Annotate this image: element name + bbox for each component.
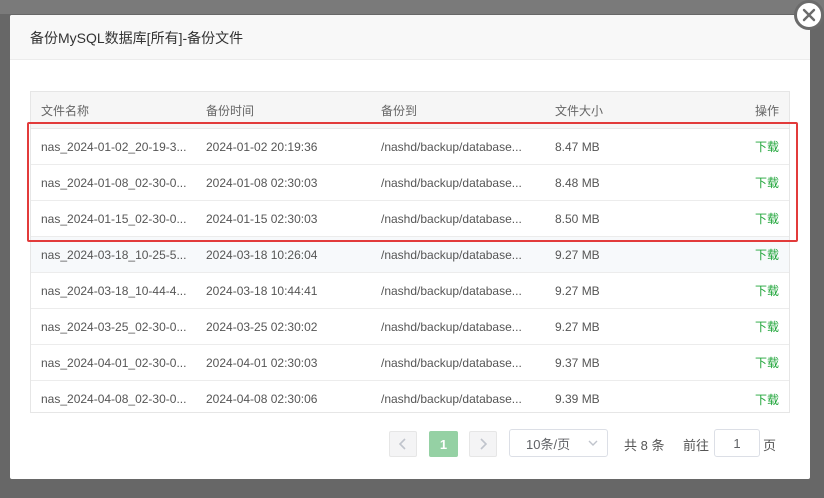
cell-file-name: nas_2024-04-08_02-30-0... bbox=[41, 392, 187, 406]
pagination: 1 10条/页 共 8 条 前往 页 bbox=[10, 429, 810, 459]
backup-files-table: 文件名称 备份时间 备份到 文件大小 操作 nas_2024-01-02_20-… bbox=[30, 91, 790, 413]
cell-file-size: 8.48 MB bbox=[555, 175, 600, 190]
download-link[interactable]: 下载 bbox=[755, 140, 779, 154]
table-row: nas_2024-03-18_10-44-4... 2024-03-18 10:… bbox=[31, 273, 789, 309]
download-link[interactable]: 下载 bbox=[755, 176, 779, 190]
dialog-header: 备份MySQL数据库[所有]-备份文件 bbox=[10, 15, 810, 60]
download-link[interactable]: 下载 bbox=[755, 284, 779, 298]
cell-file-size: 8.47 MB bbox=[555, 139, 600, 154]
cell-backup-time: 2024-04-01 02:30:03 bbox=[206, 355, 318, 370]
table-row: nas_2024-04-08_02-30-0... 2024-04-08 02:… bbox=[31, 381, 789, 417]
cell-backup-dest: /nashd/backup/database... bbox=[381, 283, 522, 298]
cell-backup-time: 2024-01-02 20:19:36 bbox=[206, 139, 318, 154]
cell-backup-dest: /nashd/backup/database... bbox=[381, 319, 522, 334]
cell-file-name: nas_2024-01-02_20-19-3... bbox=[41, 139, 187, 154]
table-header-row: 文件名称 备份时间 备份到 文件大小 操作 bbox=[31, 92, 789, 129]
cell-backup-dest: /nashd/backup/database... bbox=[381, 139, 522, 154]
cell-file-name: nas_2024-03-18_10-25-5... bbox=[41, 247, 187, 262]
chevron-down-icon bbox=[588, 440, 598, 446]
goto-page-input[interactable] bbox=[714, 429, 760, 457]
chevron-right-icon bbox=[480, 438, 488, 450]
cell-backup-dest: /nashd/backup/database... bbox=[381, 355, 522, 370]
close-icon bbox=[802, 8, 816, 22]
table-row: nas_2024-03-18_10-25-5... 2024-03-18 10:… bbox=[31, 237, 789, 273]
cell-file-name: nas_2024-01-08_02-30-0... bbox=[41, 175, 187, 190]
next-page-button[interactable] bbox=[469, 431, 497, 457]
cell-file-name: nas_2024-04-01_02-30-0... bbox=[41, 355, 187, 370]
cell-backup-time: 2024-04-08 02:30:06 bbox=[206, 392, 318, 406]
cell-backup-time: 2024-03-25 02:30:02 bbox=[206, 319, 318, 334]
header-backup-dest: 备份到 bbox=[381, 103, 418, 118]
cell-file-size: 9.27 MB bbox=[555, 319, 600, 334]
page-size-select[interactable]: 10条/页 bbox=[509, 429, 608, 457]
background-content-strip bbox=[0, 0, 824, 14]
cell-file-name: nas_2024-03-25_02-30-0... bbox=[41, 319, 187, 334]
cell-backup-time: 2024-03-18 10:26:04 bbox=[206, 247, 318, 262]
cell-backup-dest: /nashd/backup/database... bbox=[381, 247, 522, 262]
dialog-title: 备份MySQL数据库[所有]-备份文件 bbox=[30, 30, 244, 46]
download-link[interactable]: 下载 bbox=[755, 356, 779, 370]
header-action: 操作 bbox=[754, 103, 779, 118]
cell-file-size: 9.27 MB bbox=[555, 247, 600, 262]
cell-backup-time: 2024-01-08 02:30:03 bbox=[206, 175, 318, 190]
table-row: nas_2024-03-25_02-30-0... 2024-03-25 02:… bbox=[31, 309, 789, 345]
table-row: nas_2024-01-08_02-30-0... 2024-01-08 02:… bbox=[31, 165, 789, 201]
header-file-name: 文件名称 bbox=[41, 103, 90, 118]
download-link[interactable]: 下载 bbox=[755, 248, 779, 262]
page-suffix: 页 bbox=[763, 438, 777, 453]
cell-file-size: 9.27 MB bbox=[555, 283, 600, 298]
backup-files-dialog: 备份MySQL数据库[所有]-备份文件 文件名称 备份时间 备份到 文件大小 操… bbox=[10, 15, 810, 479]
cell-file-size: 9.37 MB bbox=[555, 355, 600, 370]
header-file-size: 文件大小 bbox=[555, 103, 604, 118]
page-size-value: 10条/页 bbox=[526, 436, 571, 452]
download-link[interactable]: 下载 bbox=[755, 320, 779, 334]
download-link[interactable]: 下载 bbox=[755, 393, 779, 407]
cell-file-name: nas_2024-03-18_10-44-4... bbox=[41, 283, 187, 298]
download-link[interactable]: 下载 bbox=[755, 212, 779, 226]
current-page-button[interactable]: 1 bbox=[429, 431, 458, 457]
table-row: nas_2024-01-02_20-19-3... 2024-01-02 20:… bbox=[31, 129, 789, 165]
cell-file-name: nas_2024-01-15_02-30-0... bbox=[41, 211, 187, 226]
goto-label: 前往 bbox=[683, 438, 710, 453]
prev-page-button[interactable] bbox=[389, 431, 417, 457]
cell-backup-time: 2024-01-15 02:30:03 bbox=[206, 211, 318, 226]
chevron-left-icon bbox=[398, 438, 406, 450]
cell-backup-dest: /nashd/backup/database... bbox=[381, 175, 522, 190]
cell-backup-time: 2024-03-18 10:44:41 bbox=[206, 283, 318, 298]
cell-backup-dest: /nashd/backup/database... bbox=[381, 211, 522, 226]
header-backup-time: 备份时间 bbox=[206, 103, 255, 118]
table-row: nas_2024-01-15_02-30-0... 2024-01-15 02:… bbox=[31, 201, 789, 237]
cell-file-size: 9.39 MB bbox=[555, 392, 600, 406]
total-count: 共 8 条 bbox=[624, 438, 665, 453]
close-button[interactable] bbox=[794, 0, 824, 30]
table-row: nas_2024-04-01_02-30-0... 2024-04-01 02:… bbox=[31, 345, 789, 381]
cell-file-size: 8.50 MB bbox=[555, 211, 600, 226]
cell-backup-dest: /nashd/backup/database... bbox=[381, 392, 522, 406]
